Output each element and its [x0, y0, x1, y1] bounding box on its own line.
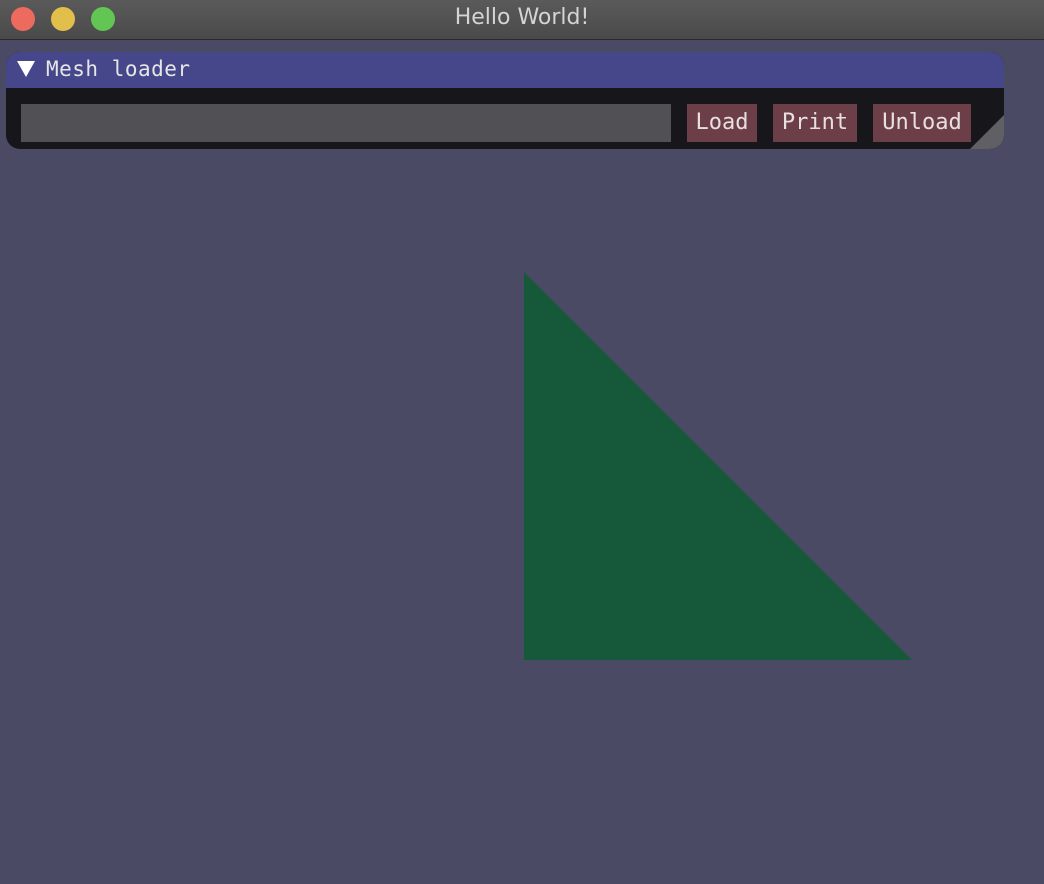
mesh-loader-panel: Mesh loader Load Print Unload: [6, 52, 1004, 149]
mesh-loader-titlebar[interactable]: Mesh loader: [6, 52, 1004, 88]
title-bar: Hello World!: [0, 0, 1044, 40]
green-triangle: [524, 272, 912, 660]
print-button[interactable]: Print: [773, 104, 857, 142]
mesh-path-input[interactable]: [21, 104, 671, 142]
render-canvas[interactable]: [0, 40, 1044, 884]
unload-button[interactable]: Unload: [873, 104, 971, 142]
resize-grip-icon[interactable]: [970, 115, 1004, 149]
mesh-loader-title: Mesh loader: [46, 57, 191, 81]
load-button[interactable]: Load: [687, 104, 757, 142]
app-window: Hello World! Mesh loader Load Print Unlo…: [0, 0, 1044, 884]
scene-svg: [524, 272, 912, 660]
window-title: Hello World!: [454, 5, 590, 30]
triangle-down-icon[interactable]: [17, 61, 35, 77]
